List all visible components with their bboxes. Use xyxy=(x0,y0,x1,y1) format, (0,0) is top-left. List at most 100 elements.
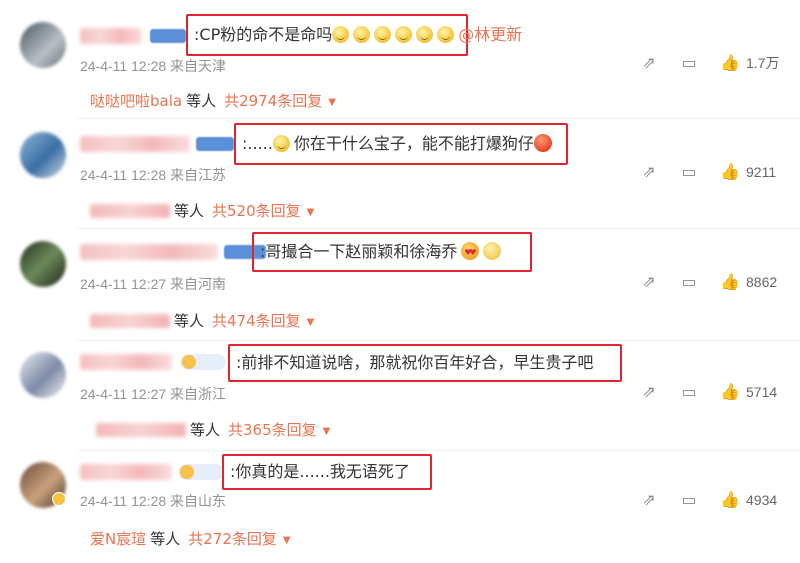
comment-meta: 24-4-11 12:28 来自天津 xyxy=(80,56,226,76)
reply-total[interactable]: 共365条回复 xyxy=(228,421,317,439)
comment-text: :CP粉的命不是命吗 @林更新 xyxy=(194,25,522,45)
reply-etc: 等人 xyxy=(190,421,221,439)
reply-summary[interactable]: 等人 共474条回复 ▼ xyxy=(90,310,314,331)
comment-meta: 24-4-11 12:27 来自浙江 xyxy=(80,384,226,404)
thumbs-up-icon[interactable]: 👍 xyxy=(720,54,740,72)
caret-down-icon[interactable]: ▼ xyxy=(328,97,336,108)
reply-total[interactable]: 共520条回复 xyxy=(212,202,301,220)
smile-emoji-icon xyxy=(437,26,455,43)
reply-etc: 等人 xyxy=(174,202,205,220)
avatar[interactable] xyxy=(20,132,66,178)
avatar[interactable] xyxy=(20,241,66,287)
comment-actions: ⇗ ▭ 👍 9211 xyxy=(618,163,780,181)
reply-total[interactable]: 共272条回复 xyxy=(188,530,277,548)
username-blurred[interactable] xyxy=(80,136,190,152)
comment-item: :你真的是......我无语死了 24-4-11 12:28 来自山东 ⇗ ▭ … xyxy=(0,450,800,563)
reply-summary[interactable]: 等人 共520条回复 ▼ xyxy=(90,200,314,221)
heart-eyes-emoji-icon xyxy=(461,242,480,263)
reply-etc: 等人 xyxy=(150,530,181,548)
smile-emoji-icon xyxy=(353,26,371,43)
thumbs-up-icon[interactable]: 👍 xyxy=(720,383,740,401)
comment-actions: ⇗ ▭ 👍 1.7万 xyxy=(618,53,780,73)
comment-item: :哥撮合一下赵丽颖和徐海乔 24-4-11 12:27 来自河南 ⇗ ▭ 👍 8… xyxy=(0,228,800,338)
comment-location: 来自浙江 xyxy=(170,386,227,402)
comment-time: 24-4-11 12:27 xyxy=(80,386,167,402)
comment-icon[interactable]: ▭ xyxy=(680,54,698,72)
comment-time: 24-4-11 12:28 xyxy=(80,493,167,509)
reply-user-blurred[interactable] xyxy=(90,204,170,218)
comment-item: :CP粉的命不是命吗 @林更新 24-4-11 12:28 来自天津 ⇗ ▭ 👍 … xyxy=(0,0,800,112)
share-icon[interactable]: ⇗ xyxy=(640,163,658,181)
fan-badge xyxy=(178,464,224,480)
like-count: 4934 xyxy=(746,492,778,508)
comment-text: :你真的是......我无语死了 xyxy=(230,462,410,482)
caret-down-icon[interactable]: ▼ xyxy=(307,317,315,328)
caret-down-icon[interactable]: ▼ xyxy=(323,426,331,437)
user-badge xyxy=(196,137,234,151)
reply-total[interactable]: 共2974条回复 xyxy=(224,92,322,110)
comment-icon[interactable]: ▭ xyxy=(680,383,698,401)
angry-emoji-icon xyxy=(533,134,552,152)
smile-emoji-icon xyxy=(374,26,392,43)
like-count: 8862 xyxy=(746,274,778,290)
comment-prefix: :..... xyxy=(242,134,273,153)
comment-body: :CP粉的命不是命吗 xyxy=(194,25,333,44)
avatar[interactable] xyxy=(20,22,66,68)
comment-item: :..... 你在干什么宝子，能不能打爆狗仔 24-4-11 12:28 来自江苏… xyxy=(0,118,800,228)
cat-emoji-icon xyxy=(483,242,502,260)
comment-icon[interactable]: ▭ xyxy=(680,163,698,181)
like-count: 5714 xyxy=(746,384,778,400)
comment-location: 来自江苏 xyxy=(170,167,227,183)
user-badge xyxy=(150,29,186,43)
share-icon[interactable]: ⇗ xyxy=(640,383,658,401)
comment-text: :..... 你在干什么宝子，能不能打爆狗仔 xyxy=(242,134,552,154)
reply-user-blurred[interactable] xyxy=(96,423,186,437)
username-blurred[interactable] xyxy=(80,28,142,44)
comment-time: 24-4-11 12:28 xyxy=(80,58,167,74)
comment-icon[interactable]: ▭ xyxy=(680,491,698,509)
comment-item: :前排不知道说啥，那就祝你百年好合，早生贵子吧 24-4-11 12:27 来自… xyxy=(0,340,800,448)
smile-emoji-icon xyxy=(332,26,350,43)
share-icon[interactable]: ⇗ xyxy=(640,54,658,72)
comment-icon[interactable]: ▭ xyxy=(680,273,698,291)
username-blurred[interactable] xyxy=(80,244,218,260)
reply-summary[interactable]: 哒哒吧啦bala 等人 共2974条回复 ▼ xyxy=(90,90,336,111)
comment-body: :你真的是......我无语死了 xyxy=(230,462,410,481)
comment-location: 来自天津 xyxy=(170,58,227,74)
reply-user[interactable]: 哒哒吧啦bala xyxy=(90,92,182,110)
caret-down-icon[interactable]: ▼ xyxy=(307,207,315,218)
avatar[interactable] xyxy=(20,352,66,398)
reply-summary[interactable]: 爱N宸瑄 等人 共272条回复 ▼ xyxy=(90,528,291,549)
comment-meta: 24-4-11 12:28 来自江苏 xyxy=(80,165,226,185)
reply-summary[interactable]: 等人 共365条回复 ▼ xyxy=(96,419,330,440)
like-count: 9211 xyxy=(746,164,777,180)
comment-body: :前排不知道说啥，那就祝你百年好合，早生贵子吧 xyxy=(236,353,594,372)
username-blurred[interactable] xyxy=(80,464,172,480)
share-icon[interactable]: ⇗ xyxy=(640,491,658,509)
comment-body: 你在干什么宝子，能不能打爆狗仔 xyxy=(293,134,534,153)
caret-down-icon[interactable]: ▼ xyxy=(283,535,291,546)
comment-text: :前排不知道说啥，那就祝你百年好合，早生贵子吧 xyxy=(236,353,593,373)
reply-etc: 等人 xyxy=(186,92,217,110)
comment-actions: ⇗ ▭ 👍 4934 xyxy=(618,491,780,509)
username-blurred[interactable] xyxy=(80,354,172,370)
thumbs-up-icon[interactable]: 👍 xyxy=(720,273,740,291)
mention-link[interactable]: @林更新 xyxy=(458,25,522,44)
like-count: 1.7万 xyxy=(746,55,780,71)
comment-time: 24-4-11 12:27 xyxy=(80,276,167,292)
comment-location: 来自山东 xyxy=(170,493,227,509)
comment-actions: ⇗ ▭ 👍 8862 xyxy=(618,273,780,291)
vip-badge-icon xyxy=(52,492,66,506)
thumbs-up-icon[interactable]: 👍 xyxy=(720,491,740,509)
comment-text: :哥撮合一下赵丽颖和徐海乔 xyxy=(260,242,502,263)
comment-actions: ⇗ ▭ 👍 5714 xyxy=(618,383,780,401)
comment-time: 24-4-11 12:28 xyxy=(80,167,167,183)
smile-emoji-icon xyxy=(272,135,290,152)
share-icon[interactable]: ⇗ xyxy=(640,273,658,291)
reply-user[interactable]: 爱N宸瑄 xyxy=(90,530,146,548)
thumbs-up-icon[interactable]: 👍 xyxy=(720,163,740,181)
smile-emoji-icon xyxy=(395,26,413,43)
comment-body: :哥撮合一下赵丽颖和徐海乔 xyxy=(260,242,458,261)
reply-user-blurred[interactable] xyxy=(90,314,170,328)
reply-total[interactable]: 共474条回复 xyxy=(212,312,301,330)
